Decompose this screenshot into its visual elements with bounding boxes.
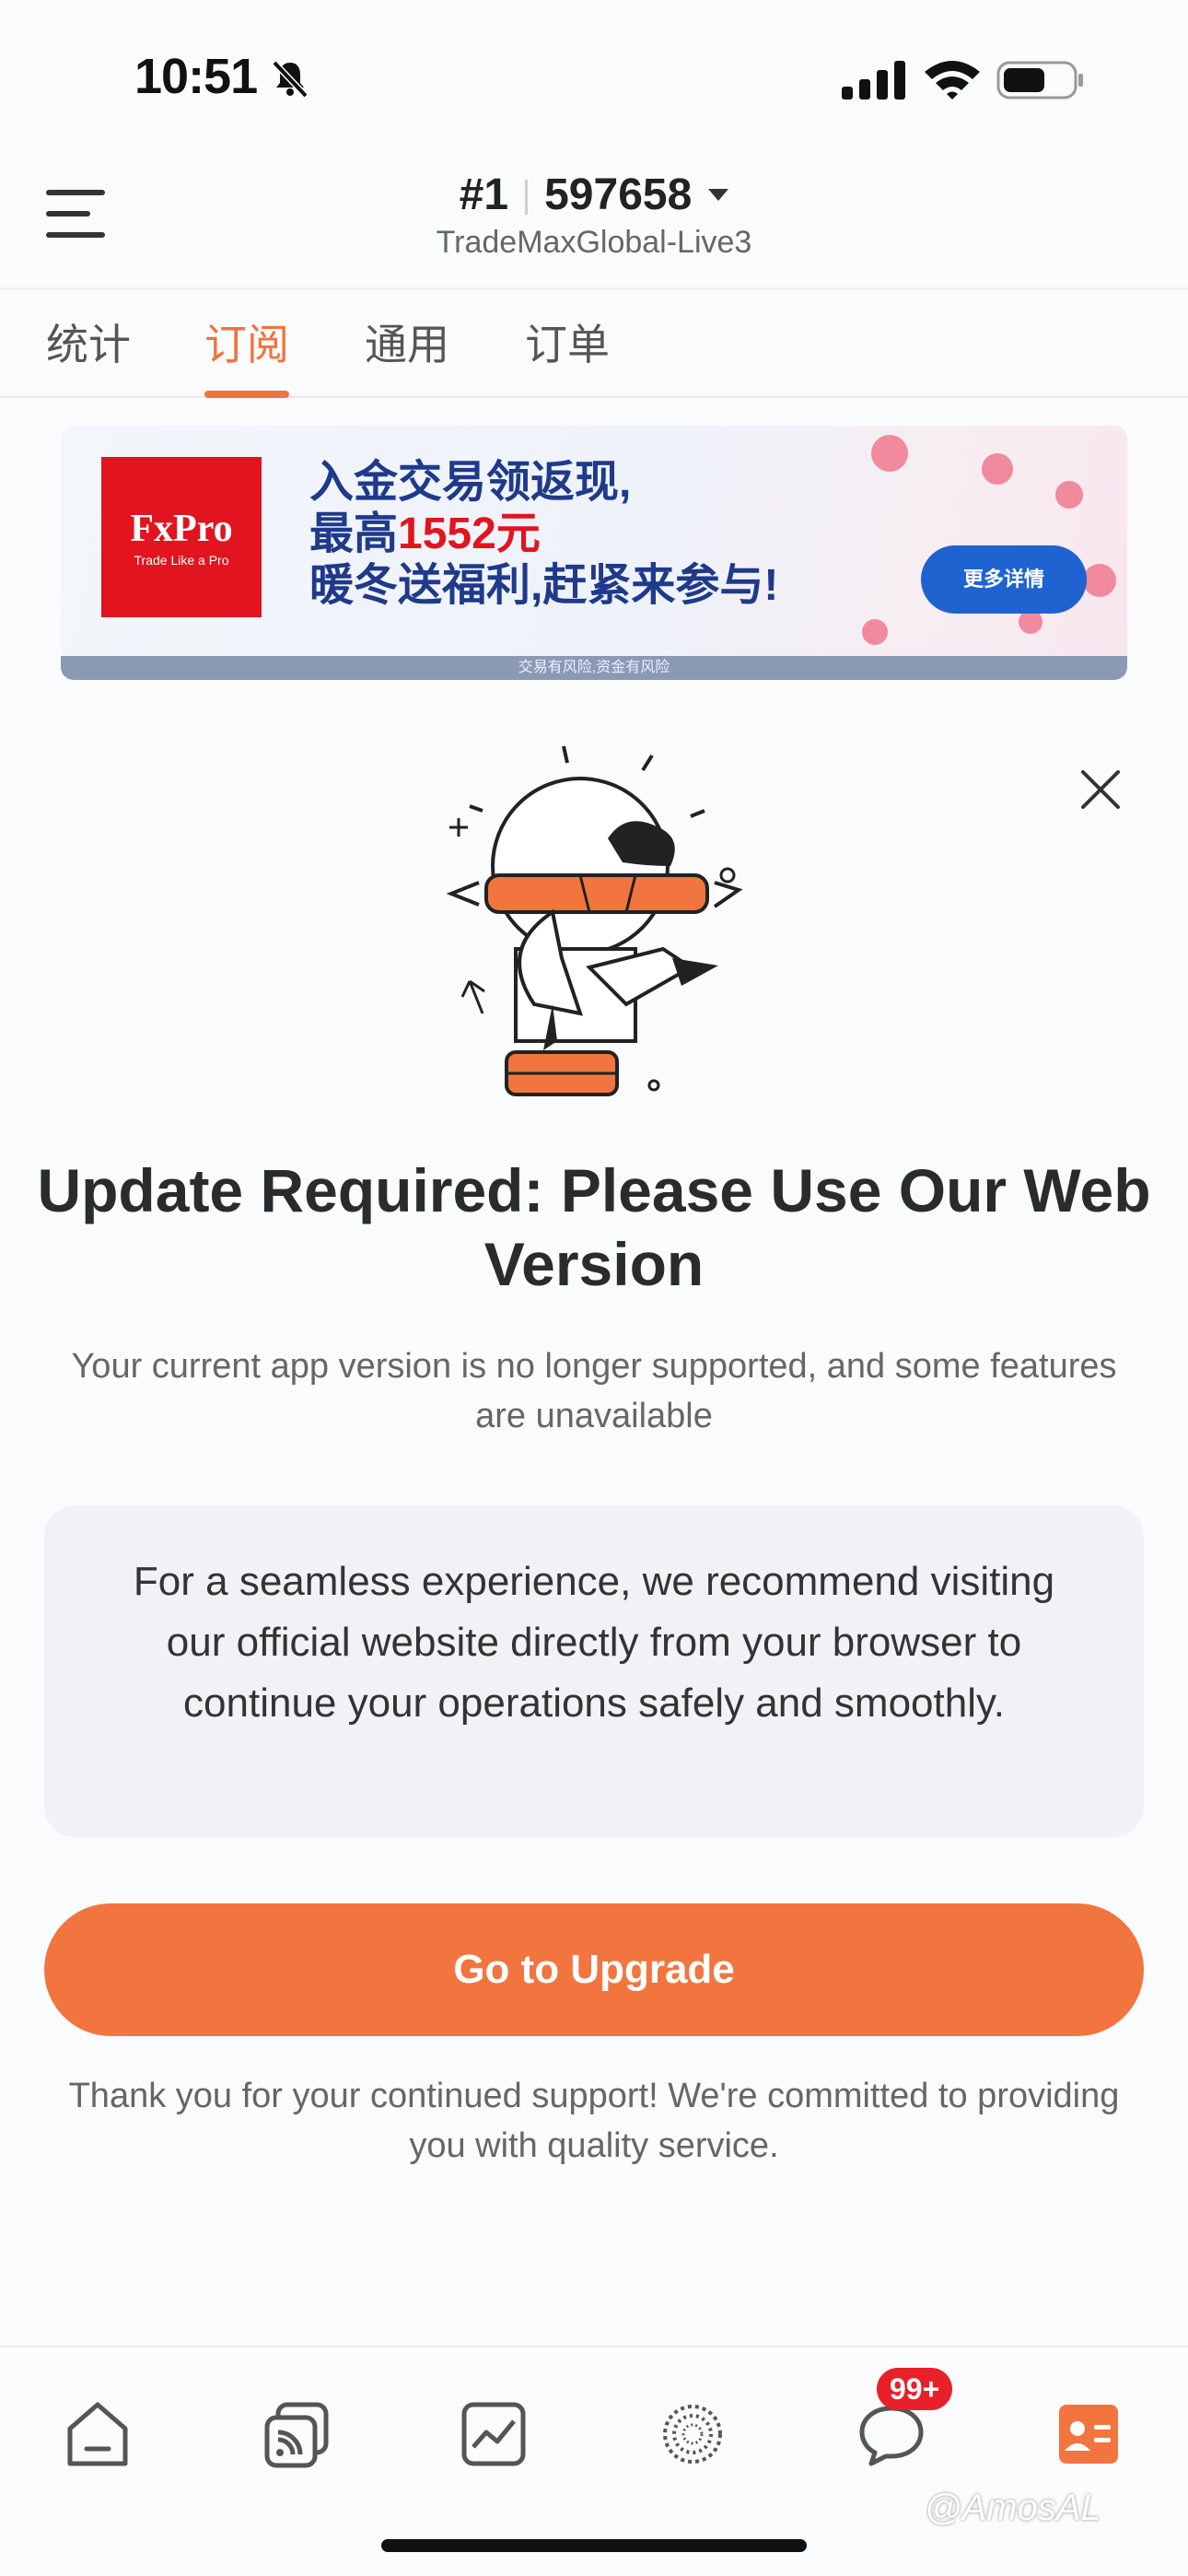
watermark: @AmosAL	[925, 2488, 1101, 2528]
tab-general[interactable]: 通用	[365, 311, 449, 398]
battery-icon	[996, 61, 1083, 100]
info-text: For a seamless experience, we recommend …	[133, 1559, 1055, 1726]
runner-illustration	[446, 745, 743, 1096]
update-subtitle: Your current app version is no longer su…	[71, 1347, 1117, 1435]
chart-icon[interactable]	[457, 2397, 530, 2471]
home-icon[interactable]	[61, 2397, 134, 2471]
home-indicator[interactable]	[381, 2539, 807, 2552]
status-time: 10:51	[134, 49, 258, 104]
caret-down-icon	[708, 188, 729, 201]
promo-banner[interactable]: FxPro Trade Like a Pro 入金交易领返现, 最高1552元 …	[61, 426, 1127, 680]
fxpro-logo: FxPro Trade Like a Pro	[101, 457, 262, 617]
header: #1 597658 TradeMaxGlobal-Live3	[0, 157, 1188, 287]
update-title: Update Required: Please Use Our Web Vers…	[37, 1156, 1151, 1298]
info-box: For a seamless experience, we recommend …	[44, 1505, 1144, 1837]
tab-bar: 统计 订阅 通用 订单	[0, 287, 1188, 398]
tab-orders[interactable]: 订单	[525, 311, 610, 398]
tab-statistics[interactable]: 统计	[46, 311, 131, 398]
wifi-icon	[925, 61, 980, 100]
server-name: TradeMaxGlobal-Live3	[436, 225, 752, 260]
bell-slash-icon	[272, 60, 309, 99]
copy-trading-icon[interactable]	[260, 2397, 333, 2471]
tab-subscribe[interactable]: 订阅	[204, 311, 289, 398]
discover-icon[interactable]	[656, 2397, 729, 2471]
profile-card-icon[interactable]	[1052, 2397, 1125, 2471]
close-icon[interactable]	[1077, 767, 1124, 813]
banner-risk-notice: 交易有风险,资金有风险	[61, 656, 1127, 680]
status-bar: 10:51	[0, 0, 1188, 157]
account-id: 597658	[544, 170, 693, 219]
banner-details-button[interactable]: 更多详情	[921, 545, 1087, 614]
account-number: #1	[459, 170, 509, 219]
chat-unread-badge: 99+	[877, 2368, 953, 2410]
banner-headline: 入金交易领返现, 最高1552元 暖冬送福利,赶紧来参与!	[309, 458, 779, 610]
cellular-signal-icon	[842, 61, 905, 100]
account-selector[interactable]: #1 597658	[0, 170, 1188, 220]
thanks-text: Thank you for your continued support! We…	[68, 2077, 1120, 2165]
go-to-upgrade-button[interactable]: Go to Upgrade	[44, 1903, 1144, 2036]
